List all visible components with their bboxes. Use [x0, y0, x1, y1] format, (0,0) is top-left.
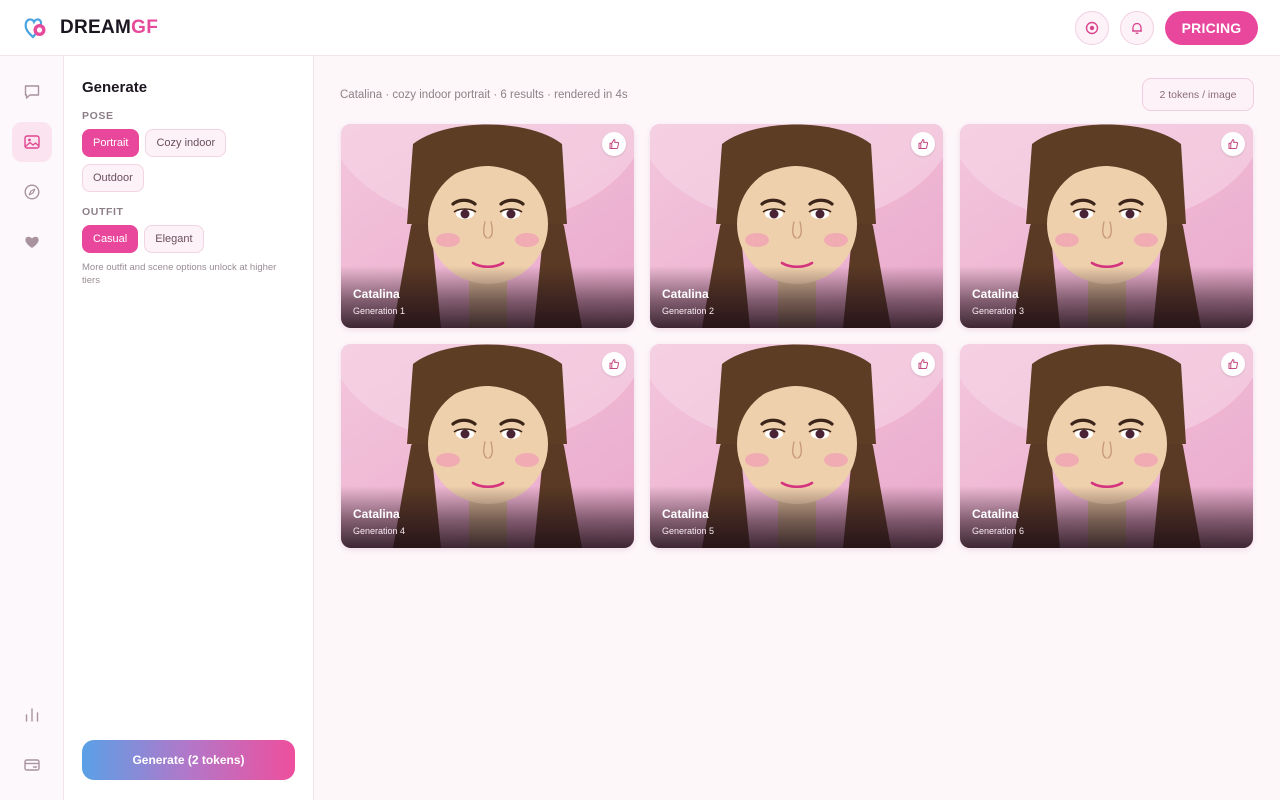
pricing-button[interactable]: PRICING [1165, 11, 1258, 45]
like-button[interactable] [911, 132, 935, 156]
card-name: Catalina [972, 507, 1019, 521]
brand-name-accent: GF [131, 16, 159, 38]
card-subtitle: Generation 2 [662, 306, 715, 316]
image-icon [24, 135, 40, 149]
result-card[interactable]: Catalina Generation 3 [960, 124, 1253, 328]
rail-item-stats[interactable] [12, 695, 52, 735]
outfit-chip-casual[interactable]: Casual [82, 225, 139, 253]
brand-name-main: DREAM [60, 16, 132, 38]
rail-item-favorites[interactable] [12, 222, 52, 262]
tier-unlock-note: More outfit and scene options unlock at … [82, 262, 277, 286]
thumbs-up-icon [608, 358, 620, 370]
outfit-label: OUTFIT [82, 206, 124, 218]
coin-icon [1085, 21, 1099, 35]
pose-chip-portrait[interactable]: Portrait [82, 129, 140, 157]
card-subtitle: Generation 4 [353, 526, 406, 536]
rail-item-gallery[interactable] [12, 122, 52, 162]
pose-options: Portrait Cozy indoor Outdoor [82, 129, 292, 199]
card-name: Catalina [353, 507, 400, 521]
left-rail [0, 56, 64, 800]
wallet-icon [24, 759, 40, 771]
card-subtitle: Generation 5 [662, 526, 715, 536]
card-name: Catalina [972, 287, 1019, 301]
bell-icon [1132, 22, 1142, 34]
card-name: Catalina [353, 287, 400, 301]
result-card[interactable]: Catalina Generation 5 [650, 344, 943, 548]
result-card[interactable]: Catalina Generation 1 [341, 124, 634, 328]
top-bar: DREAMGF PRICING [0, 0, 1280, 56]
result-card[interactable]: Catalina Generation 6 [960, 344, 1253, 548]
thumbs-up-icon [608, 138, 620, 150]
panel-title: Generate [82, 79, 148, 96]
result-meta: Catalina · cozy indoor portrait · 6 resu… [340, 89, 628, 101]
compass-icon [24, 184, 40, 200]
like-button[interactable] [1221, 352, 1245, 376]
tokens-button[interactable] [1075, 11, 1109, 45]
card-name: Catalina [662, 507, 709, 521]
generate-panel: Generate POSE Portrait Cozy indoor Outdo… [64, 56, 314, 800]
header-actions: PRICING [1075, 11, 1258, 45]
outfit-chip-elegant[interactable]: Elegant [144, 225, 204, 253]
pose-label: POSE [82, 110, 114, 122]
rail-item-chat[interactable] [12, 72, 52, 112]
thumbs-up-icon [917, 138, 929, 150]
pose-chip-outdoor[interactable]: Outdoor [82, 164, 144, 192]
token-cost-badge[interactable]: 2 tokens / image [1142, 78, 1254, 111]
result-card[interactable]: Catalina Generation 2 [650, 124, 943, 328]
card-subtitle: Generation 1 [353, 306, 406, 316]
like-button[interactable] [911, 352, 935, 376]
chat-icon [24, 85, 40, 99]
brand-name: DREAMGF [60, 17, 158, 39]
bar-chart-icon [25, 708, 39, 722]
generate-button[interactable]: Generate (2 tokens) [82, 740, 295, 780]
card-subtitle: Generation 3 [972, 306, 1025, 316]
thumbs-up-icon [1227, 138, 1239, 150]
rail-item-explore[interactable] [12, 172, 52, 212]
thumbs-up-icon [1227, 358, 1239, 370]
card-subtitle: Generation 6 [972, 526, 1025, 536]
like-button[interactable] [602, 352, 626, 376]
outfit-options: Casual Elegant [82, 225, 292, 260]
card-name: Catalina [662, 287, 709, 301]
pose-chip-cozy-indoor[interactable]: Cozy indoor [145, 129, 227, 157]
rail-item-wallet[interactable] [12, 745, 52, 785]
like-button[interactable] [1221, 132, 1245, 156]
heart-icon [25, 236, 39, 248]
thumbs-up-icon [917, 358, 929, 370]
brand-logo[interactable]: DREAMGF [24, 17, 158, 39]
like-button[interactable] [602, 132, 626, 156]
results-area: Catalina · cozy indoor portrait · 6 resu… [315, 56, 1280, 800]
hearts-logo-icon [24, 17, 46, 39]
notifications-button[interactable] [1120, 11, 1154, 45]
result-card[interactable]: Catalina Generation 4 [341, 344, 634, 548]
